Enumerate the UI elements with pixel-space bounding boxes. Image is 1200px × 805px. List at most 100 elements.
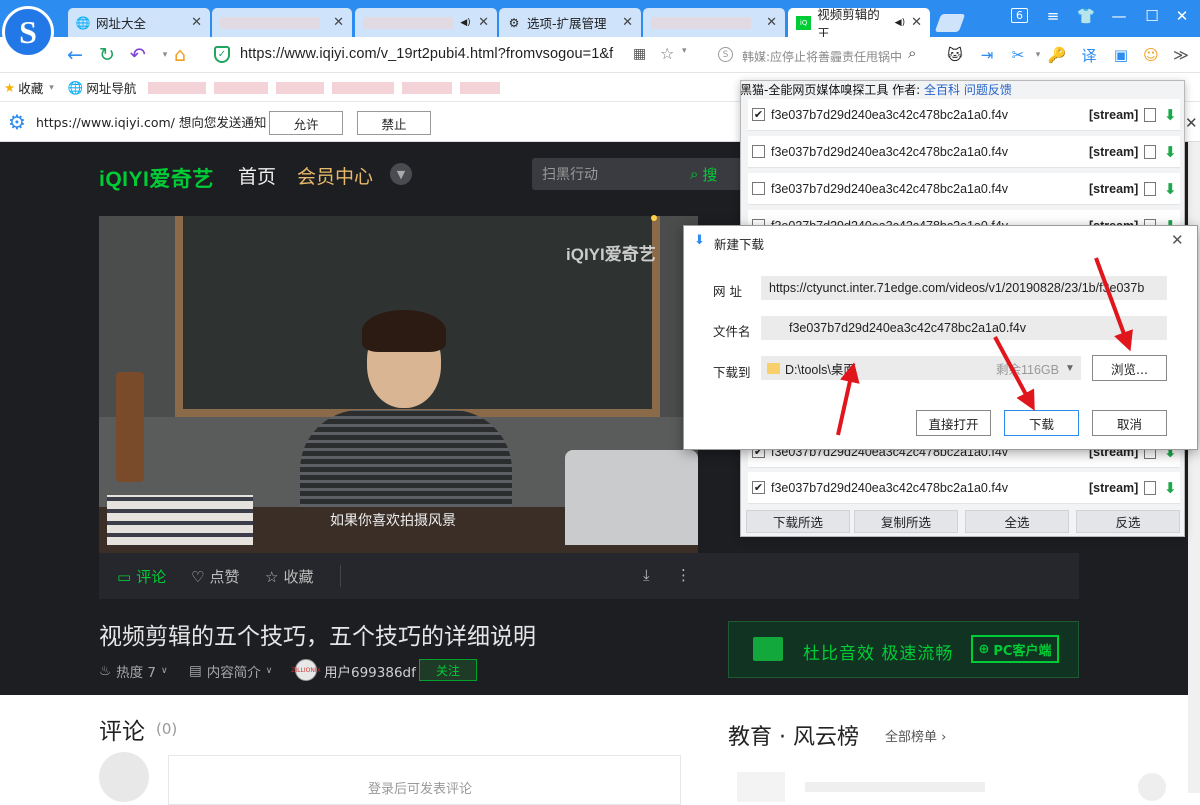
like-button[interactable]: ♡ 点赞 [191, 566, 239, 587]
block-button[interactable]: 禁止 [357, 111, 431, 135]
blurred-bookmark[interactable] [276, 81, 325, 94]
feedback-link[interactable]: 问题反馈 [964, 83, 1012, 97]
secure-shield-icon[interactable]: ✓ [214, 46, 230, 63]
download-arrow-icon[interactable]: ⬇ [1164, 479, 1177, 497]
tab-count-badge[interactable]: 6 [1011, 8, 1028, 23]
download-selected-button[interactable]: 下载所选 [746, 510, 850, 533]
iqiyi-logo[interactable]: iQIYI爱奇艺 [99, 163, 214, 193]
more-vertical-icon[interactable]: ⋮ [676, 566, 691, 584]
cancel-button[interactable]: 取消 [1092, 410, 1167, 436]
back-icon[interactable]: ← [62, 42, 88, 68]
media-row[interactable]: f3e037b7d29d240ea3c42c478bc2a1a0.f4v [str… [748, 173, 1180, 205]
comment-button[interactable]: ▭ 评论 [117, 566, 166, 587]
uploader-name[interactable]: 用户699386df [324, 661, 416, 681]
menu-icon[interactable]: ≡ [1043, 6, 1063, 26]
home-icon[interactable]: ⌂ [167, 42, 193, 68]
blurred-bookmark[interactable] [460, 81, 501, 94]
media-row[interactable]: ✔ f3e037b7d29d240ea3c42c478bc2a1a0.f4v [st… [748, 472, 1180, 504]
copy-icon[interactable] [1144, 480, 1156, 495]
browse-button[interactable]: 浏览... [1092, 355, 1167, 381]
tab-5[interactable]: ✕ [643, 8, 785, 37]
download-button[interactable]: 下载 [1004, 410, 1079, 436]
site-search-input[interactable]: 扫黑行动 [532, 158, 752, 190]
row-checkbox[interactable] [752, 182, 765, 195]
undo-icon[interactable]: ↶ [125, 42, 151, 68]
pc-client-button[interactable]: ⊕ PC客户端 [971, 635, 1059, 663]
saveto-field[interactable]: D:\tools\桌面 剩余116GB ▼ [761, 356, 1081, 380]
tab-1[interactable]: 🌐 网址大全 ✕ [68, 8, 210, 37]
copy-selected-button[interactable]: 复制所选 [854, 510, 958, 533]
tab-6-active[interactable]: iQ 视频剪辑的王 ◀) ✕ [788, 7, 930, 41]
tab-2[interactable]: ✕ [212, 8, 352, 37]
refresh-icon[interactable]: ↻ [94, 42, 120, 68]
download-icon[interactable]: ⤓ [643, 566, 650, 584]
search-icon[interactable]: ⌕ [908, 44, 916, 62]
allow-button[interactable]: 允许 [269, 111, 343, 135]
login-icon[interactable]: ⇥ [976, 44, 998, 66]
blurred-bookmark[interactable] [332, 81, 395, 94]
avatar[interactable]: ZILLIONIX [291, 659, 321, 681]
open-directly-button[interactable]: 直接打开 [916, 410, 991, 436]
qr-code-icon[interactable]: ▦ [633, 46, 646, 62]
address-text[interactable]: https://www.iqiyi.com/v_19rt2pubi4.html?… [240, 46, 613, 62]
copy-icon[interactable] [1144, 107, 1156, 122]
black-cat-extension-icon[interactable]: 🐱 [944, 44, 966, 66]
close-icon[interactable]: ✕ [1171, 231, 1184, 249]
maximize-icon[interactable]: ☐ [1142, 6, 1162, 26]
filename-field[interactable]: f3e037b7d29d240ea3c42c478bc2a1a0.f4v [761, 316, 1167, 340]
smiley-icon[interactable]: ☺ [1140, 44, 1162, 66]
nav-vip[interactable]: 会员中心 [297, 162, 373, 189]
url-field[interactable]: https://ctyunct.inter.71edge.com/videos/… [761, 276, 1167, 300]
minimize-icon[interactable]: — [1109, 6, 1129, 26]
select-all-button[interactable]: 全选 [965, 510, 1069, 533]
blurred-bookmark[interactable] [214, 81, 269, 94]
address-bar[interactable]: ✓ https://www.iqiyi.com/v_19rt2pubi4.htm… [206, 41, 928, 69]
download-arrow-icon[interactable]: ⬇ [1164, 180, 1177, 198]
media-row[interactable]: ✔ f3e037b7d29d240ea3c42c478bc2a1a0.f4v [st… [748, 99, 1180, 131]
blurred-bookmark[interactable] [402, 81, 453, 94]
nav-home[interactable]: 首页 [238, 162, 276, 189]
news-ticker[interactable]: 韩媒:应停止将善霾责任甩锅中 [742, 48, 912, 65]
download-arrow-icon[interactable]: ⬇ [1164, 106, 1177, 124]
scissors-icon[interactable]: ✂ [1007, 44, 1029, 66]
follow-button[interactable]: 关注 [419, 659, 477, 681]
skin-icon[interactable]: 👕 [1076, 6, 1096, 26]
tab-3[interactable]: ◀) ✕ [355, 8, 497, 37]
close-icon[interactable]: ✕ [191, 15, 202, 30]
author-link[interactable]: 全百科 [924, 83, 960, 97]
invert-selection-button[interactable]: 反选 [1076, 510, 1180, 533]
blurred-bookmark[interactable] [148, 81, 207, 94]
star-icon[interactable]: ☆ [660, 44, 674, 63]
translate-icon[interactable]: 译 [1078, 44, 1100, 66]
float-button[interactable] [1138, 773, 1166, 801]
close-icon[interactable]: ✕ [478, 15, 489, 30]
chevron-down-icon[interactable]: ▾ [49, 83, 54, 93]
book-icon[interactable]: ▣ [1110, 44, 1132, 66]
key-icon[interactable]: 🔑 [1046, 44, 1068, 66]
tab-4[interactable]: ⚙ 选项-扩展管理 ✕ [499, 8, 641, 37]
site-search-button[interactable]: ⌕ 搜 [690, 158, 717, 190]
close-icon[interactable]: ✕ [622, 15, 633, 30]
nav-bookmark[interactable]: 网址导航 [86, 78, 136, 97]
close-window-icon[interactable]: ✕ [1172, 6, 1192, 26]
close-icon[interactable]: ✕ [911, 15, 922, 30]
chevron-down-icon[interactable]: ▼ [390, 163, 412, 185]
media-row[interactable]: f3e037b7d29d240ea3c42c478bc2a1a0.f4v [str… [748, 136, 1180, 168]
ranking-thumbnail[interactable] [737, 772, 785, 802]
chevron-down-icon[interactable]: ▾ [682, 46, 687, 56]
close-icon[interactable]: ✕ [1185, 114, 1198, 132]
close-icon[interactable]: ✕ [766, 15, 777, 30]
copy-icon[interactable] [1144, 144, 1156, 159]
copy-icon[interactable] [1144, 181, 1156, 196]
row-checkbox[interactable]: ✔ [752, 108, 765, 121]
intro-toggle[interactable]: ▤ 内容简介 ∨ [189, 661, 272, 681]
download-arrow-icon[interactable]: ⬇ [1164, 143, 1177, 161]
chevron-down-icon[interactable]: ∨ [161, 666, 168, 676]
more-icon[interactable]: ≫ [1170, 44, 1192, 66]
all-rankings-link[interactable]: 全部榜单 › [885, 726, 946, 745]
row-checkbox[interactable] [752, 145, 765, 158]
favorites-button[interactable]: 收藏 [18, 78, 43, 97]
sogou-browser-logo[interactable]: S [2, 6, 54, 58]
chevron-down-icon[interactable]: ▼ [1065, 363, 1075, 374]
close-icon[interactable]: ✕ [333, 15, 344, 30]
